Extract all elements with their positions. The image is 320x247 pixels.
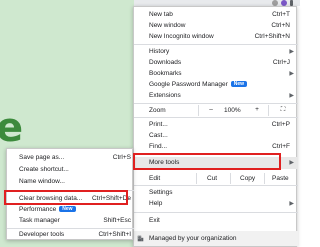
chrome-main-menu: New tab Ctrl+T New window Ctrl+N New Inc…	[133, 6, 298, 247]
new-badge: New	[59, 206, 76, 212]
menu-item-label: Task manager	[19, 217, 60, 224]
submenu-item-task-manager[interactable]: Task manager Shift+Esc	[7, 215, 134, 226]
menu-item-label: New Incognito window	[149, 33, 214, 40]
submenu-arrow-icon: ▶	[289, 49, 294, 55]
menu-item-exit[interactable]: Exit	[134, 215, 298, 226]
menu-item-history[interactable]: History ▶	[134, 46, 298, 57]
cut-button[interactable]: Cut	[207, 175, 217, 182]
zoom-out-button[interactable]: –	[206, 106, 216, 115]
building-icon	[137, 235, 144, 242]
menu-item-password-manager[interactable]: Google Password Manager New	[134, 79, 298, 90]
menu-item-find[interactable]: Find... Ctrl+F	[134, 141, 298, 152]
menu-item-help[interactable]: Help ▶	[134, 198, 298, 209]
menu-item-new-window[interactable]: New window Ctrl+N	[134, 20, 298, 31]
menu-item-new-incognito[interactable]: New Incognito window Ctrl+Shift+N	[134, 31, 298, 42]
menu-item-label: Zoom	[149, 107, 166, 114]
menu-item-shortcut: Ctrl+Shift+N	[254, 33, 290, 40]
submenu-item-performance[interactable]: Performance New	[7, 204, 134, 215]
menu-item-label: Edit	[149, 175, 161, 182]
menu-item-bookmarks[interactable]: Bookmarks ▶	[134, 68, 298, 79]
menu-item-cast[interactable]: Cast...	[134, 130, 298, 141]
menu-item-shortcut: Ctrl+Shift+I	[98, 231, 131, 238]
zoom-level: 100%	[224, 107, 241, 114]
menu-item-label: Print...	[149, 121, 168, 128]
menu-item-label: Performance	[19, 206, 57, 213]
menu-item-shortcut: Shift+Esc	[103, 217, 131, 224]
menu-item-label: Bookmarks	[149, 70, 182, 77]
menu-item-label: New tab	[149, 11, 173, 18]
menu-item-label: New window	[149, 22, 186, 29]
menu-separator	[134, 185, 298, 186]
highlight-clear-browsing-data	[4, 190, 128, 205]
managed-by-organization[interactable]: Managed by your organization	[134, 231, 298, 246]
submenu-item-create-shortcut[interactable]: Create shortcut...	[7, 164, 134, 175]
menu-item-extensions[interactable]: Extensions ▶	[134, 90, 298, 101]
submenu-arrow-icon: ▶	[289, 71, 294, 77]
menu-item-print[interactable]: Print... Ctrl+P	[134, 119, 298, 130]
menu-item-label: Save page as...	[19, 154, 65, 161]
menu-item-label: Cast...	[149, 132, 168, 139]
menu-item-label: Downloads	[149, 59, 182, 66]
highlight-more-tools	[133, 153, 281, 170]
copy-button[interactable]: Copy	[240, 175, 255, 182]
fullscreen-icon[interactable]: ⛶	[278, 106, 288, 115]
menu-item-label: Developer tools	[19, 231, 65, 238]
menu-item-shortcut: Ctrl+P	[271, 121, 290, 128]
menu-item-zoom: Zoom – 100% + ⛶	[134, 105, 298, 116]
menu-item-downloads[interactable]: Downloads Ctrl+J	[134, 57, 298, 68]
zoom-in-button[interactable]: +	[252, 106, 262, 115]
menu-item-label: Name window...	[19, 178, 65, 185]
menu-item-label: Help	[149, 200, 163, 207]
submenu-arrow-icon: ▶	[289, 160, 294, 166]
menu-item-shortcut: Ctrl+S	[112, 154, 131, 161]
menu-item-label: Settings	[149, 189, 173, 196]
menu-item-shortcut: Ctrl+N	[271, 22, 290, 29]
menu-item-label: Exit	[149, 217, 160, 224]
menu-item-settings[interactable]: Settings	[134, 187, 298, 198]
submenu-arrow-icon: ▶	[289, 201, 294, 207]
menu-item-shortcut: Ctrl+F	[272, 143, 290, 150]
submenu-item-developer-tools[interactable]: Developer tools Ctrl+Shift+I	[7, 229, 134, 240]
menu-item-shortcut: Ctrl+J	[272, 59, 290, 66]
submenu-item-save-page[interactable]: Save page as... Ctrl+S	[7, 152, 134, 163]
menu-separator	[134, 212, 298, 213]
new-badge: New	[230, 81, 248, 87]
menu-item-label: Create shortcut...	[19, 166, 69, 173]
menu-item-label: History	[149, 48, 170, 55]
menu-item-label: Extensions	[149, 92, 181, 99]
menu-separator	[134, 117, 298, 118]
managed-label: Managed by your organization	[149, 235, 237, 242]
page-large-letter: e	[0, 105, 24, 151]
paste-button[interactable]: Paste	[272, 175, 289, 182]
menu-item-shortcut: Ctrl+T	[272, 11, 290, 18]
menu-item-new-tab[interactable]: New tab Ctrl+T	[134, 9, 298, 20]
menu-item-label: Find...	[149, 143, 168, 150]
submenu-item-name-window[interactable]: Name window...	[7, 176, 134, 187]
menu-separator	[134, 44, 298, 45]
menu-item-edit: Edit Cut Copy Paste	[134, 173, 298, 184]
submenu-arrow-icon: ▶	[289, 93, 294, 99]
menu-separator	[134, 103, 298, 104]
menu-item-label: Google Password Manager	[149, 81, 228, 88]
